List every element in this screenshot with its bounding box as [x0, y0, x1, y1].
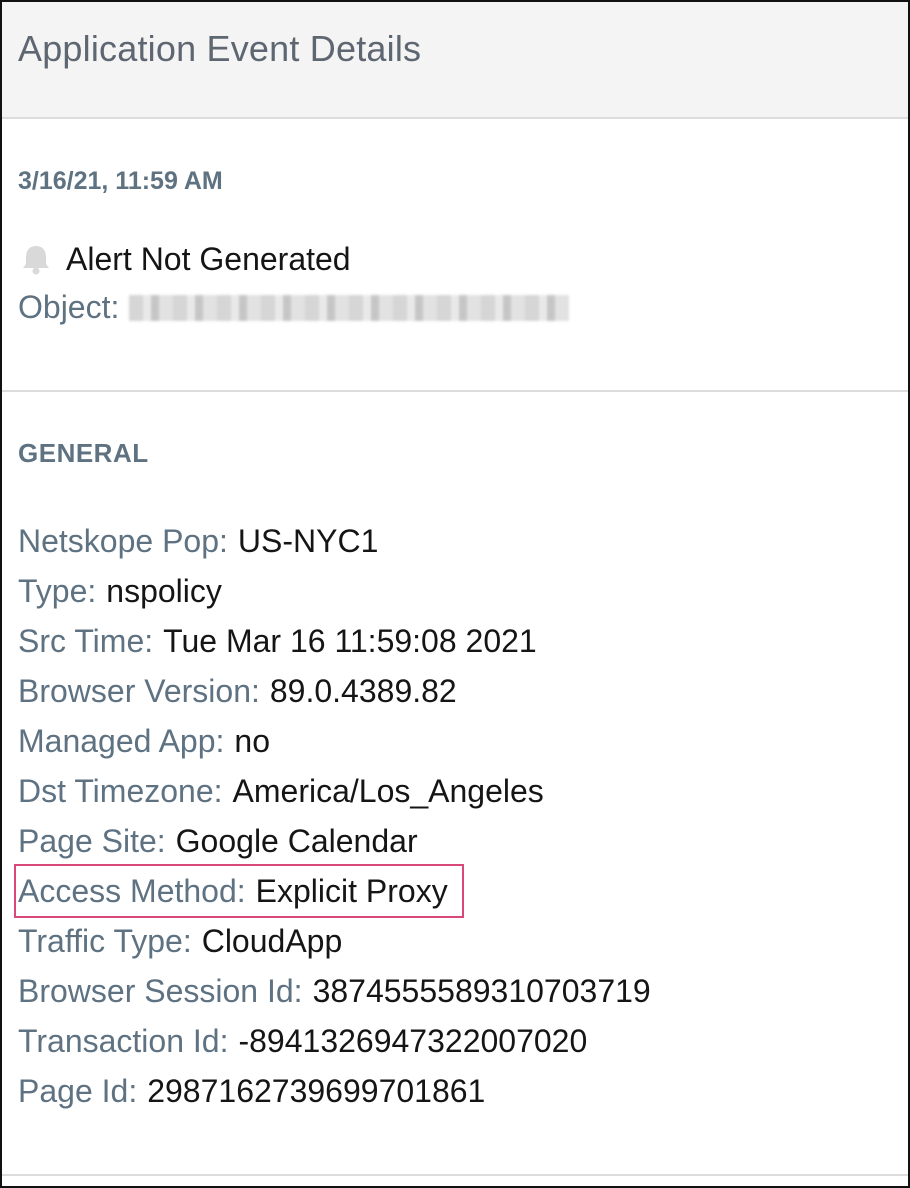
field-row: Type: nspolicy: [18, 566, 888, 616]
field-row: Page Site: Google Calendar: [18, 816, 888, 866]
field-row: Traffic Type: CloudApp: [18, 916, 888, 966]
bottom-divider: [2, 1174, 908, 1176]
bell-icon: [18, 242, 54, 278]
object-label: Object:: [18, 289, 120, 325]
field-value: 89.0.4389.82: [269, 672, 457, 709]
field-value: US-NYC1: [237, 522, 379, 559]
field-value: Tue Mar 16 11:59:08 2021: [163, 622, 537, 659]
page-title: Application Event Details: [18, 28, 422, 69]
field-value: 2987162739699701861: [147, 1072, 486, 1109]
field-label: Traffic Type:: [18, 922, 192, 959]
field-row: Browser Version: 89.0.4389.82: [18, 666, 888, 716]
field-label: Netskope Pop:: [18, 522, 228, 559]
general-section-heading: GENERAL: [18, 438, 149, 468]
event-details-panel: Application Event Details 3/16/21, 11:59…: [0, 0, 910, 1188]
field-label: Browser Version:: [18, 672, 260, 709]
field-label: Transaction Id:: [18, 1022, 229, 1059]
field-label: Dst Timezone:: [18, 772, 223, 809]
field-value: Google Calendar: [175, 822, 418, 859]
field-value: no: [234, 722, 270, 759]
field-value: nspolicy: [106, 572, 222, 609]
event-timestamp: 3/16/21, 11:59 AM: [18, 167, 223, 195]
field-value: America/Los_Angeles: [232, 772, 544, 809]
field-value: -8941326947322007020: [238, 1022, 588, 1059]
field-value: 3874555589310703719: [312, 972, 651, 1009]
field-label: Src Time:: [18, 622, 154, 659]
field-label: Type:: [18, 572, 97, 609]
field-label: Browser Session Id:: [18, 972, 303, 1009]
field-value: CloudApp: [201, 922, 343, 959]
object-row: Object:: [18, 289, 570, 326]
general-fields-list: Netskope Pop: US-NYC1 Type: nspolicy Src Tim…: [14, 516, 888, 1116]
field-label: Access Method:: [18, 872, 246, 909]
field-value: Explicit Proxy: [255, 872, 448, 909]
object-value-redacted: [129, 294, 570, 321]
field-label: Managed App:: [18, 722, 225, 759]
field-row: Src Time: Tue Mar 16 11:59:08 2021: [18, 616, 888, 666]
alert-status-row: Alert Not Generated: [18, 241, 351, 278]
field-row: Netskope Pop: US-NYC1: [18, 516, 888, 566]
event-summary-section: 3/16/21, 11:59 AM Alert Not Generated Ob…: [2, 119, 908, 392]
field-row: Access Method: Explicit Proxy: [14, 864, 464, 918]
field-label: Page Id:: [18, 1072, 138, 1109]
field-row: Transaction Id: -8941326947322007020: [18, 1016, 888, 1066]
field-row: Managed App: no: [18, 716, 888, 766]
panel-header: Application Event Details: [2, 2, 908, 119]
field-row: Browser Session Id: 3874555589310703719: [18, 966, 888, 1016]
field-row: Dst Timezone: America/Los_Angeles: [18, 766, 888, 816]
field-row: Page Id: 2987162739699701861: [18, 1066, 888, 1116]
alert-status-text: Alert Not Generated: [66, 241, 351, 277]
field-label: Page Site:: [18, 822, 166, 859]
